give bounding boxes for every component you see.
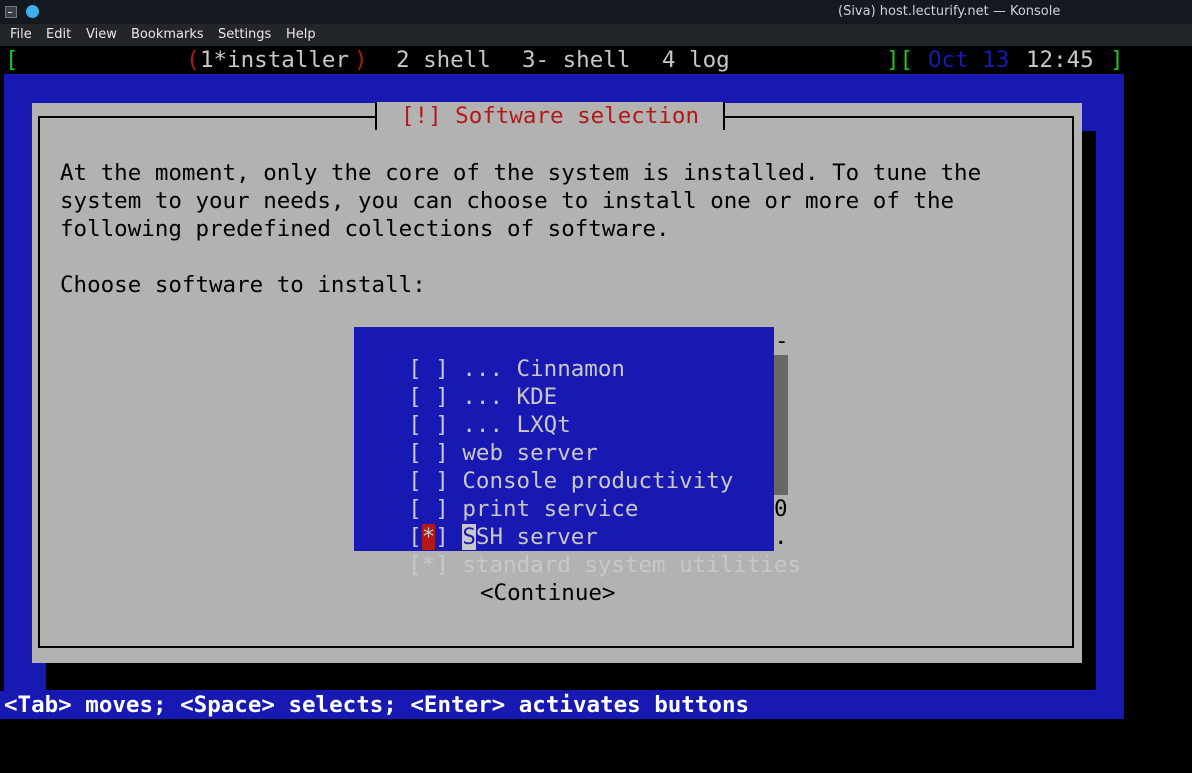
list-item-print-service[interactable]: [ ] print service [354,467,638,522]
menu-view[interactable]: View [86,27,117,42]
dialog-title: [!] Software selection [400,103,699,129]
screen-bar-date: Oct 13 [928,47,1010,73]
list-item-lxqt[interactable]: [ ] ... LXQt [354,383,571,438]
continue-button[interactable]: <Continue> [480,579,615,607]
screen-bar-separator: ][ [886,47,914,73]
dialog-title-box: [!] Software selection [375,102,725,130]
list-item-ssh-server[interactable]: [*] SSH server [354,495,598,550]
screen-tab-log[interactable]: 4 log [662,46,730,74]
konsole-app-icon[interactable] [5,6,17,18]
screen-bar-time: 12:45 [1026,47,1094,73]
scrollbar-mid-mark: 0 [774,496,788,522]
scrollbar-thumb[interactable] [774,355,788,495]
menu-bookmarks[interactable]: Bookmarks [131,27,204,42]
screen-tab-shell-2[interactable]: 2 shell [396,46,491,74]
screen-tab-shell-3[interactable]: 3- shell [522,46,630,74]
intro-line-1: At the moment, only the core of the syst… [60,160,982,186]
menu-help[interactable]: Help [286,27,316,42]
list-item-standard-utilities[interactable]: [*] standard system utilities [354,523,801,578]
status-line-help: <Tab> moves; <Space> selects; <Enter> ac… [4,692,750,718]
list-item-console-productivity[interactable]: [ ] Console productivity [354,439,733,494]
item-label: standard system utilities [462,552,802,578]
intro-line-3: following predefined collections of soft… [60,216,670,242]
window-titlebar: (Siva) host.lecturify.net — Konsole [0,0,1192,24]
checkbox[interactable]: [*] [408,552,449,578]
active-tab-paren-close: ) [354,47,368,73]
screen-bar-open: [ [5,47,19,73]
menu-file[interactable]: File [10,27,32,42]
screen-bar-close: ] [1110,47,1124,73]
choose-prompt: Choose software to install: [60,272,426,298]
list-item-cinnamon[interactable]: [ ] ... Cinnamon [354,327,625,382]
list-item-kde[interactable]: [ ] ... KDE [354,355,557,410]
terminal-area[interactable]: [ ( 1*installer ) 2 shell 3- shell 4 log… [0,46,1192,773]
menubar: File Edit View Bookmarks Settings Help [0,24,1192,46]
menu-edit[interactable]: Edit [46,27,71,42]
active-tab-paren-open: ( [186,47,200,73]
scrollbar-top-mark: - [775,328,789,354]
scrollbar-bottom-mark: . [774,524,788,550]
menu-settings[interactable]: Settings [218,27,271,42]
list-item-web-server[interactable]: [ ] web server [354,411,598,466]
screen-tab-installer[interactable]: 1*installer [200,46,349,74]
pin-window-icon[interactable] [26,5,39,18]
intro-line-2: system to your needs, you can choose to … [60,188,955,214]
window-title: (Siva) host.lecturify.net — Konsole [838,4,1061,19]
